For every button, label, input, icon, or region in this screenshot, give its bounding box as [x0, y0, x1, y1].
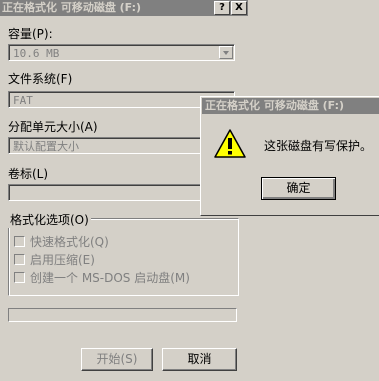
write-protect-messagebox: 正在格式化 可移动磁盘 (F:) 这张磁盘有写保护。 确定 [200, 96, 379, 216]
quick-format-option[interactable]: 快速格式化(Q) [14, 234, 109, 249]
main-dialog-title: 正在格式化 可移动磁盘 (F:) [2, 1, 142, 14]
capacity-value: 10.6 MB [13, 47, 60, 60]
quick-format-label: 快速格式化(Q) [30, 235, 109, 249]
compression-checkbox[interactable] [14, 254, 25, 265]
compression-option[interactable]: 启用压缩(E) [14, 252, 95, 267]
messagebox-text: 这张磁盘有写保护。 [264, 139, 373, 153]
allocation-label: 分配单元大小(A) [8, 120, 98, 134]
messagebox-titlebar: 正在格式化 可移动磁盘 (F:) [202, 98, 379, 114]
filesystem-label: 文件系统(F) [8, 72, 73, 86]
capacity-dropdown[interactable]: 10.6 MB [8, 44, 235, 61]
capacity-label: 容量(P): [8, 27, 53, 41]
format-options-title: 格式化选项(O) [8, 211, 91, 228]
chevron-down-icon[interactable] [219, 46, 233, 59]
ok-button[interactable]: 确定 [261, 177, 336, 200]
filesystem-value: FAT [13, 94, 33, 107]
main-dialog-titlebar: 正在格式化 可移动磁盘 (F:) ? X [0, 0, 248, 16]
msdos-boot-label: 创建一个 MS-DOS 启动盘(M) [30, 271, 190, 285]
msdos-boot-option[interactable]: 创建一个 MS-DOS 启动盘(M) [14, 270, 190, 285]
help-button[interactable]: ? [214, 1, 230, 15]
volume-label: 卷标(L) [8, 167, 49, 181]
msdos-boot-checkbox[interactable] [14, 272, 25, 283]
cancel-button[interactable]: 取消 [162, 348, 237, 371]
close-icon[interactable]: X [231, 1, 247, 15]
format-progress-bar [8, 308, 237, 322]
compression-label: 启用压缩(E) [30, 253, 95, 267]
allocation-value: 默认配置大小 [13, 140, 79, 153]
start-button[interactable]: 开始(S) [81, 348, 153, 371]
quick-format-checkbox[interactable] [14, 236, 25, 247]
warning-icon [214, 129, 246, 158]
messagebox-title: 正在格式化 可移动磁盘 (F:) [205, 99, 345, 112]
